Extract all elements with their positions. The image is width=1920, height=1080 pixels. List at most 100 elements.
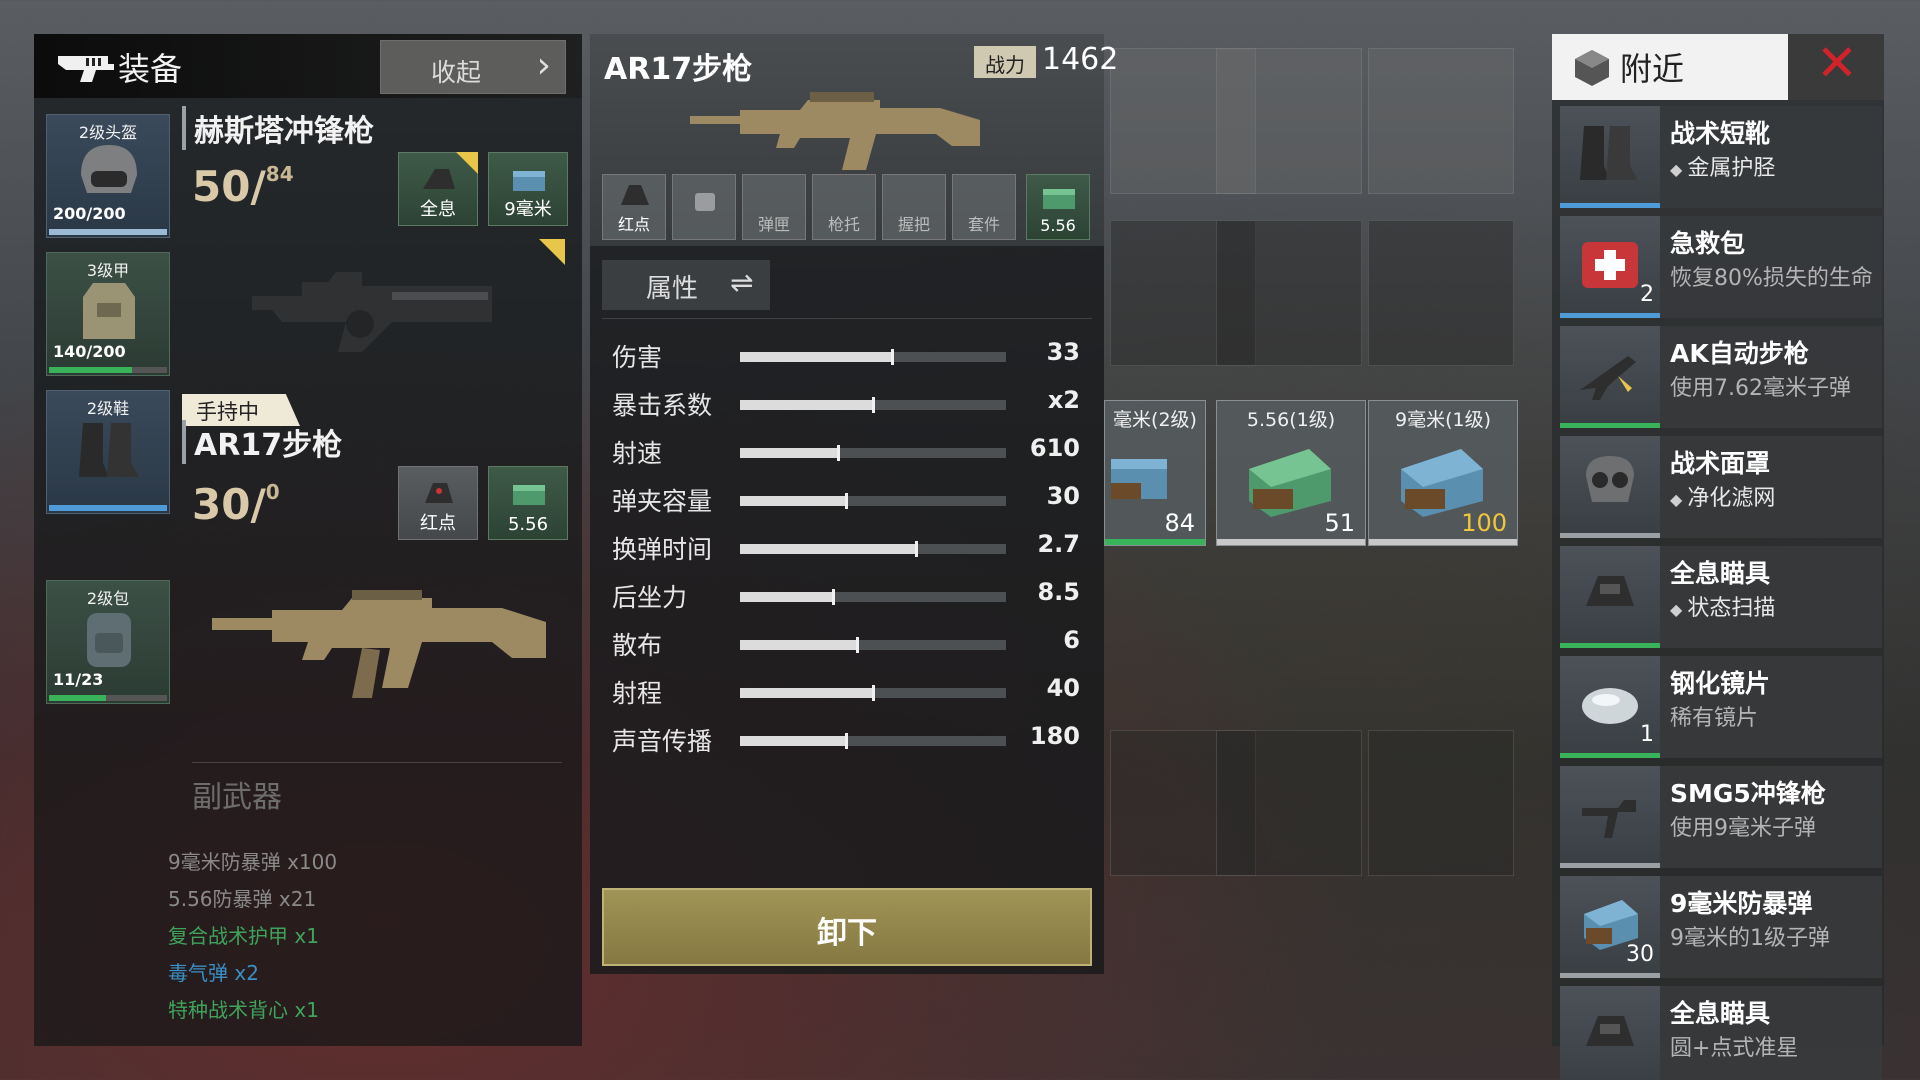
ammo-box-icon (1111, 459, 1167, 499)
nearby-item-desc: 使用7.62毫米子弹 (1670, 376, 1851, 401)
close-icon: ✕ (1816, 34, 1858, 92)
stat-value: 180 (1029, 722, 1080, 750)
nearby-item[interactable]: 全息瞄具 圆+点式准星 (1560, 986, 1882, 1080)
nearby-item-desc: 使用9毫米子弹 (1670, 816, 1816, 841)
stat-name: 伤害 (612, 343, 663, 372)
nearby-item-thumb: 30 (1560, 876, 1660, 978)
collapse-button[interactable]: 收起 › (380, 40, 566, 94)
stat-value: 33 (1046, 338, 1080, 366)
divider (192, 762, 562, 763)
detail-slot-kit[interactable]: 套件 (952, 174, 1016, 240)
nearby-item[interactable]: 战术面罩净化滤网 (1560, 436, 1882, 538)
close-button[interactable]: ✕ (1788, 34, 1884, 100)
unload-button[interactable]: 卸下 (602, 888, 1092, 966)
nearby-item-thumb (1560, 436, 1660, 538)
boots-slot[interactable]: 2级鞋 (46, 390, 170, 514)
stat-name: 散布 (612, 631, 663, 660)
ground-grid-cell[interactable] (1368, 48, 1514, 194)
detail-slot-magazine[interactable]: 弹匣 (742, 174, 806, 240)
ground-ammo-box[interactable]: 9毫米(1级) 100 (1368, 400, 1518, 546)
nearby-item-desc: 金属护胫 (1670, 150, 1775, 182)
stat-bar (740, 685, 1006, 701)
backpack-item[interactable]: 9毫米防暴弹 x100 (168, 846, 337, 875)
ground-grid-cell[interactable] (1216, 730, 1362, 876)
primary-attachment-optic-label: 全息 (420, 199, 456, 220)
power-value: 1462 (1042, 42, 1119, 77)
ground-ammo-box[interactable]: 5.56(1级) 51 (1216, 400, 1366, 546)
attribute-toggle-button[interactable]: 属性 ⇌ (602, 260, 770, 310)
nearby-item[interactable]: 战术短靴金属护胫 (1560, 106, 1882, 208)
equipment-panel: 装备 收起 › 2级头盔 200/200 3级甲 140/200 2级鞋 2级包… (34, 34, 582, 1046)
detail-slot-optic[interactable]: 红点 (602, 174, 666, 240)
nearby-item[interactable]: 30 9毫米防暴弹 9毫米的1级子弹 (1560, 876, 1882, 978)
stat-bar (740, 541, 1006, 557)
secondary-attachment-ammo[interactable]: 5.56 (488, 466, 568, 540)
ground-grid-cell[interactable] (1216, 220, 1362, 366)
scope-icon (1586, 576, 1634, 606)
chevron-right-icon: › (536, 45, 551, 86)
primary-attachment-ammo-label: 9毫米 (504, 199, 552, 220)
nearby-item[interactable]: AK自动步枪 使用7.62毫米子弹 (1560, 326, 1882, 428)
secondary-attachment-optic-label: 红点 (420, 513, 456, 534)
stat-bar (740, 637, 1006, 653)
nearby-item[interactable]: 全息瞄具状态扫描 (1560, 546, 1882, 648)
stat-name: 射程 (612, 679, 663, 708)
nearby-item[interactable]: SMG5冲锋枪 使用9毫米子弹 (1560, 766, 1882, 868)
secondary-weapon-name: AR17步枪 (182, 420, 342, 464)
secondary-weapon-card[interactable]: AR17步枪 30/0 红点 5.56 (182, 420, 582, 740)
nearby-item-thumb: 1 (1560, 656, 1660, 758)
primary-weapon-card[interactable]: 赫斯塔冲锋枪 50/84 全息 9毫米 (182, 106, 582, 406)
divider (602, 318, 1092, 319)
nearby-header: 附近 (1552, 34, 1788, 100)
nearby-item[interactable]: 2 急救包 恢复80%损失的生命 (1560, 216, 1882, 318)
backpack-item-text: 毒气弹 x2 (168, 961, 259, 985)
helmet-label: 2级头盔 (78, 123, 138, 142)
rifle-icon (1580, 356, 1636, 400)
primary-attachment-ammo[interactable]: 9毫米 (488, 152, 568, 226)
backpack-item[interactable]: 5.56防暴弹 x21 (168, 883, 316, 912)
primary-attachment-optic[interactable]: 全息 (398, 152, 478, 226)
nearby-item-name: 9毫米防暴弹 (1670, 889, 1813, 918)
upgrade-corner-icon (456, 152, 478, 174)
nearby-item-name: 急救包 (1670, 229, 1746, 258)
secondary-attachment-optic[interactable]: 红点 (398, 466, 478, 540)
boots-icon (1580, 126, 1638, 180)
holo-sight-icon (423, 169, 455, 189)
backpack-item[interactable]: 毒气弹 x2 (168, 957, 259, 986)
boots-label: 2级鞋 (86, 399, 130, 418)
stat-value: 40 (1046, 674, 1080, 702)
stat-name: 射速 (612, 439, 663, 468)
ground-ammo-box[interactable]: 毫米(2级) 84 (1104, 400, 1206, 546)
ground-ammo-label: 9毫米(1级) (1394, 409, 1491, 431)
stat-bar (740, 733, 1006, 749)
detail-slot-ammo[interactable]: 5.56 (1026, 174, 1090, 240)
primary-ammo-count: 50/84 (192, 162, 294, 211)
stat-row: 声音传播 180 (612, 720, 1080, 760)
ground-grid-cell[interactable] (1368, 730, 1514, 876)
stat-bar (740, 445, 1006, 461)
ground-ammo-qty: 51 (1324, 509, 1355, 537)
ground-grid-cell[interactable] (1368, 220, 1514, 366)
nearby-item-count: 2 (1640, 282, 1654, 307)
boots-durability-bar (49, 505, 167, 511)
nearby-item[interactable]: 1 钢化镜片 稀有镜片 (1560, 656, 1882, 758)
backpack-slot[interactable]: 2级包 11/23 (46, 580, 170, 704)
stat-name: 暴击系数 (612, 391, 713, 420)
mask-icon (1586, 456, 1634, 502)
ground-grid-cell[interactable] (1216, 48, 1362, 194)
detail-slot-label: 5.56 (1040, 216, 1076, 235)
detail-slot-label: 枪托 (827, 215, 860, 234)
detail-slot-grip[interactable]: 握把 (882, 174, 946, 240)
helmet-slot[interactable]: 2级头盔 200/200 (46, 114, 170, 238)
backpack-item[interactable]: 特种战术背心 x1 (168, 994, 319, 1023)
detail-slot-stock[interactable]: 枪托 (812, 174, 876, 240)
stat-name: 声音传播 (612, 727, 713, 756)
weapon-detail-header: AR17步枪 战力 1462 红点 弹匣 枪托 握把 套件 5.56 (590, 34, 1118, 246)
detail-slot-label: 红点 (617, 215, 650, 234)
rarity-bar (1105, 539, 1205, 545)
vest-slot[interactable]: 3级甲 140/200 (46, 252, 170, 376)
equipment-title: 装备 (118, 50, 183, 88)
stat-value: 610 (1029, 434, 1080, 462)
backpack-item[interactable]: 复合战术护甲 x1 (168, 920, 319, 949)
stat-bar-fill (740, 685, 875, 701)
